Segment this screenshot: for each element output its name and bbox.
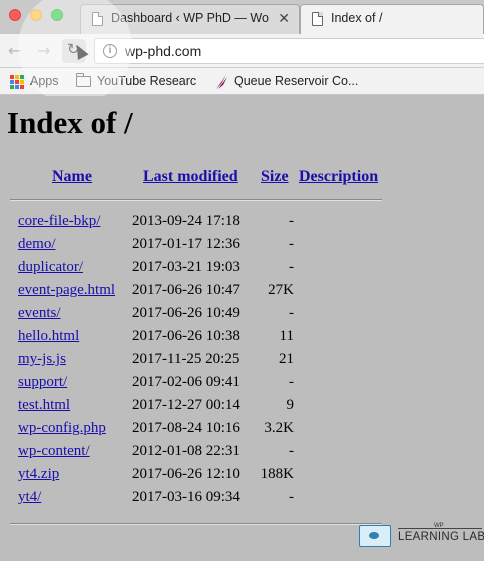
sort-by-last-modified-link[interactable]: Last modified bbox=[143, 168, 238, 186]
last-modified: 2017-06-26 12:10 bbox=[132, 466, 240, 482]
back-arrow-icon[interactable]: ← bbox=[8, 41, 21, 60]
file-link[interactable]: my-js.js bbox=[18, 351, 66, 368]
table-row: duplicator/ 2017-03-21 19:03 - bbox=[0, 259, 484, 282]
table-row: wp-config.php 2017-08-24 10:16 3.2K bbox=[0, 420, 484, 443]
file-link[interactable]: yt4.zip bbox=[18, 466, 59, 483]
last-modified: 2012-01-08 22:31 bbox=[132, 443, 240, 459]
logo-small-text: WP bbox=[434, 523, 444, 529]
table-row: yt4/ 2017-03-16 09:34 - bbox=[0, 489, 484, 512]
file-size: - bbox=[289, 305, 294, 321]
table-row: support/ 2017-02-06 09:41 - bbox=[0, 374, 484, 397]
folder-icon bbox=[76, 73, 91, 87]
file-size: - bbox=[289, 236, 294, 252]
last-modified: 2017-06-26 10:49 bbox=[132, 305, 240, 321]
tab-strip: Dashboard ‹ WP PhD — Wo ✕ Index of / bbox=[0, 0, 484, 34]
file-size: - bbox=[289, 374, 294, 390]
table-row: hello.html 2017-06-26 10:38 11 bbox=[0, 328, 484, 351]
divider bbox=[10, 523, 382, 525]
file-size: - bbox=[289, 213, 294, 229]
table-row: demo/ 2017-01-17 12:36 - bbox=[0, 236, 484, 259]
file-size: 11 bbox=[279, 328, 294, 344]
file-link[interactable]: wp-config.php bbox=[18, 420, 106, 437]
file-size: - bbox=[289, 259, 294, 275]
page-icon bbox=[92, 12, 103, 26]
close-window-button[interactable] bbox=[9, 9, 21, 21]
last-modified: 2017-03-16 09:34 bbox=[132, 489, 240, 505]
file-size: 21 bbox=[279, 351, 294, 367]
file-link[interactable]: hello.html bbox=[18, 328, 79, 345]
quill-icon bbox=[216, 75, 227, 89]
table-row: events/ 2017-06-26 10:49 - bbox=[0, 305, 484, 328]
file-size: 27K bbox=[268, 282, 294, 298]
last-modified: 2017-06-26 10:47 bbox=[132, 282, 240, 298]
bookmark-youtube-research[interactable]: YouTube Researc bbox=[97, 74, 196, 88]
last-modified: 2017-02-06 09:41 bbox=[132, 374, 240, 390]
last-modified: 2017-03-21 19:03 bbox=[132, 259, 240, 275]
close-tab-icon[interactable]: ✕ bbox=[278, 10, 290, 27]
monitor-icon bbox=[359, 525, 391, 547]
logo-text: LEARNING LAB bbox=[398, 531, 484, 543]
sort-by-name-link[interactable]: Name bbox=[52, 168, 92, 186]
file-link[interactable]: demo/ bbox=[18, 236, 56, 253]
last-modified: 2017-08-24 10:16 bbox=[132, 420, 240, 436]
last-modified: 2017-11-25 20:25 bbox=[132, 351, 240, 367]
table-row: core-file-bkp/ 2013-09-24 17:18 - bbox=[0, 213, 484, 236]
apps-grid-icon bbox=[10, 75, 24, 89]
file-link[interactable]: events/ bbox=[18, 305, 61, 322]
file-size: 188K bbox=[260, 466, 294, 482]
bookmark-queue-reservoir[interactable]: Queue Reservoir Co... bbox=[234, 74, 358, 88]
tab-title: Index of / bbox=[331, 11, 383, 25]
file-link[interactable]: event-page.html bbox=[18, 282, 115, 299]
file-size: - bbox=[289, 489, 294, 505]
bookmarks-bar: Apps YouTube Researc Queue Reservoir Co.… bbox=[0, 68, 484, 95]
file-link[interactable]: duplicator/ bbox=[18, 259, 83, 276]
sort-by-size-link[interactable]: Size bbox=[261, 168, 289, 186]
page-icon bbox=[312, 12, 323, 26]
file-link[interactable]: test.html bbox=[18, 397, 70, 414]
table-row: yt4.zip 2017-06-26 12:10 188K bbox=[0, 466, 484, 489]
page-content: Index of / Name Last modified Size Descr… bbox=[0, 96, 484, 561]
table-row: test.html 2017-12-27 00:14 9 bbox=[0, 397, 484, 420]
file-link[interactable]: core-file-bkp/ bbox=[18, 213, 100, 230]
zoom-window-button[interactable] bbox=[51, 9, 63, 21]
file-link[interactable]: support/ bbox=[18, 374, 67, 391]
sort-by-description-link[interactable]: Description bbox=[299, 168, 378, 186]
tab-dashboard[interactable]: Dashboard ‹ WP PhD — Wo ✕ bbox=[80, 4, 300, 34]
file-link[interactable]: yt4/ bbox=[18, 489, 41, 506]
last-modified: 2017-06-26 10:38 bbox=[132, 328, 240, 344]
file-size: 3.2K bbox=[264, 420, 294, 436]
last-modified: 2017-01-17 12:36 bbox=[132, 236, 240, 252]
forward-arrow-icon[interactable]: → bbox=[37, 41, 50, 60]
file-size: 9 bbox=[286, 397, 295, 413]
tab-index-of[interactable]: Index of / bbox=[300, 4, 484, 34]
info-icon[interactable]: i bbox=[103, 44, 117, 58]
url-text: wp-phd.com bbox=[125, 43, 202, 59]
file-link[interactable]: wp-content/ bbox=[18, 443, 90, 460]
page-title: Index of / bbox=[7, 105, 133, 140]
address-bar[interactable]: i wp-phd.com bbox=[94, 38, 484, 64]
tab-title: Dashboard ‹ WP PhD — Wo bbox=[111, 11, 269, 25]
bookmark-apps[interactable]: Apps bbox=[30, 74, 59, 88]
table-row: my-js.js 2017-11-25 20:25 21 bbox=[0, 351, 484, 374]
last-modified: 2017-12-27 00:14 bbox=[132, 397, 240, 413]
table-row: wp-content/ 2012-01-08 22:31 - bbox=[0, 443, 484, 466]
minimize-window-button[interactable] bbox=[30, 9, 42, 21]
divider bbox=[10, 199, 382, 201]
last-modified: 2013-09-24 17:18 bbox=[132, 213, 240, 229]
table-row: event-page.html 2017-06-26 10:47 27K bbox=[0, 282, 484, 305]
learning-lab-logo: WP LEARNING LAB bbox=[356, 523, 484, 553]
file-size: - bbox=[289, 443, 294, 459]
